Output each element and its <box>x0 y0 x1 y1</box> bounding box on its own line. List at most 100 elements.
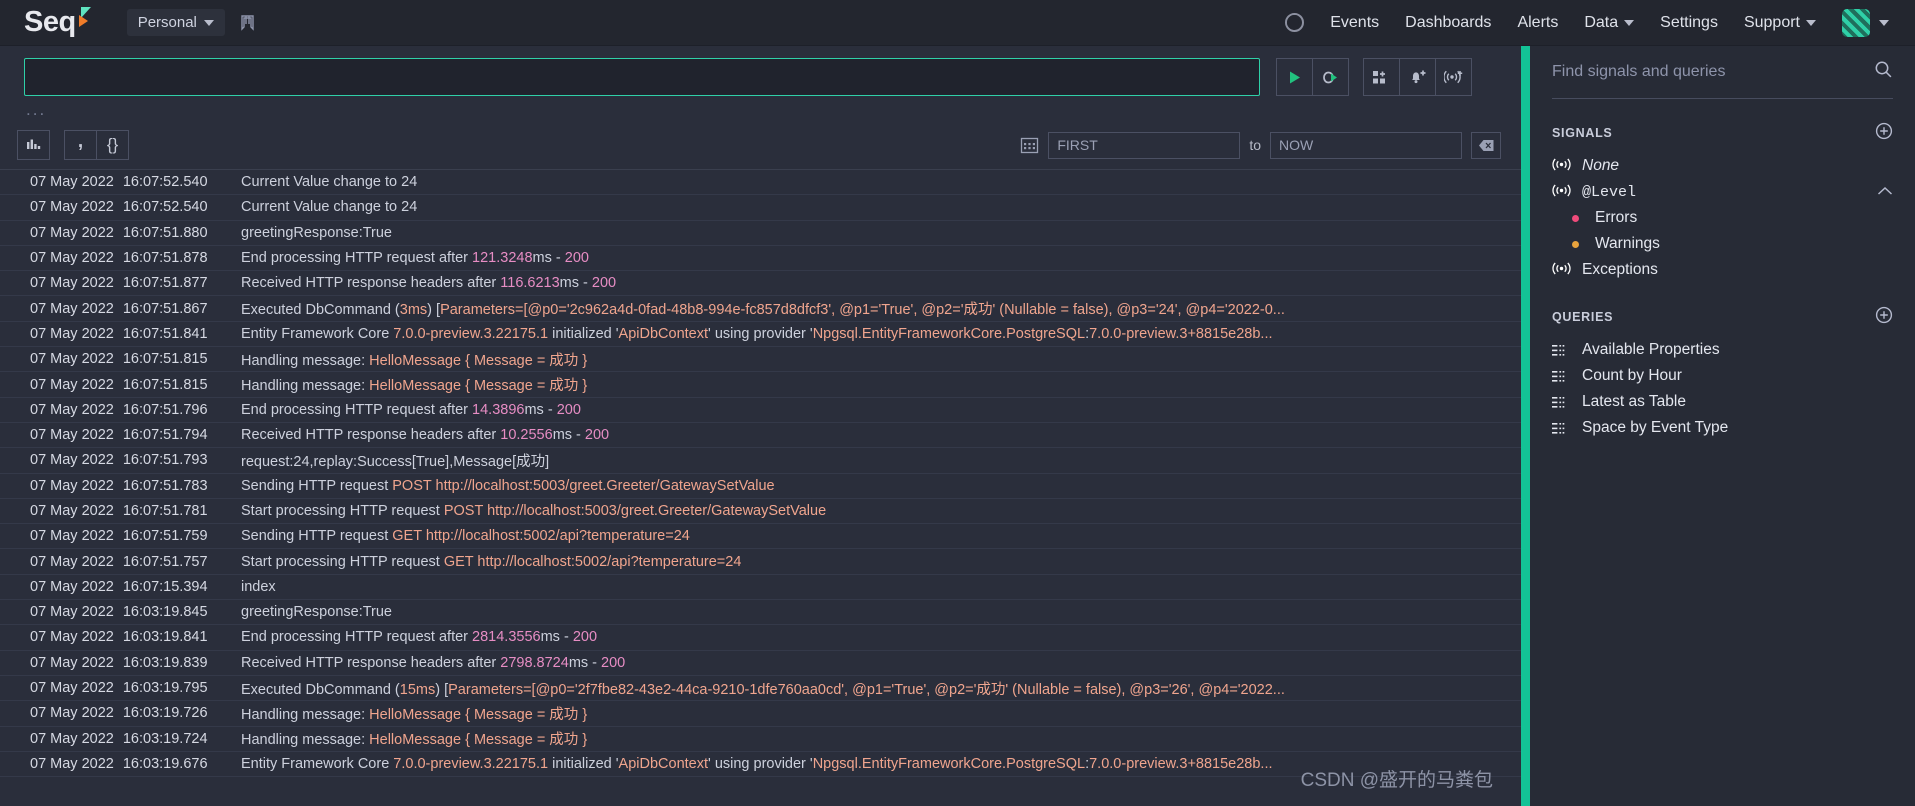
sidebar-signal-item[interactable]: Warnings <box>1552 231 1893 257</box>
sidebar-query-item[interactable]: Latest as Table <box>1552 389 1893 415</box>
create-alert-button[interactable] <box>1399 58 1436 96</box>
sidebar-signal-item[interactable]: Exceptions <box>1552 257 1893 283</box>
signal-icon <box>1552 262 1571 278</box>
event-row[interactable]: 07 May 2022 16:07:52.540 Current Value cha… <box>0 170 1521 196</box>
query-expand-ellipsis[interactable]: ... <box>0 96 1521 118</box>
sidebar-query-item[interactable]: Space by Event Type <box>1552 415 1893 441</box>
event-message: Executed DbCommand (15ms) [Parameters=[@… <box>210 678 1285 699</box>
event-message-token: HelloMessage { Message = 成功 } <box>369 378 588 395</box>
event-row[interactable]: 07 May 2022 16:03:19.841 End processing HT… <box>0 625 1521 651</box>
moon-icon[interactable] <box>1285 13 1305 32</box>
nav-link-support[interactable]: Support <box>1744 14 1816 32</box>
sidebar-query-item[interactable]: Count by Hour <box>1552 363 1893 389</box>
event-timestamp: 07 May 2022 16:07:51.757 <box>30 554 210 570</box>
event-time: 16:03:19.845 <box>122 604 208 621</box>
query-icon <box>1552 344 1571 357</box>
event-row[interactable]: 07 May 2022 16:07:51.796 End processing HT… <box>0 398 1521 423</box>
workspace-scope-label: Personal <box>137 14 197 31</box>
pane-divider[interactable] <box>1521 46 1530 806</box>
csv-export-button[interactable]: , <box>64 130 97 160</box>
event-row[interactable]: 07 May 2022 16:07:51.757 Start processing … <box>0 549 1521 575</box>
event-date: 07 May 2022 <box>30 250 114 267</box>
avatar <box>1842 8 1870 37</box>
add-to-dashboard-button[interactable] <box>1363 58 1400 96</box>
event-row[interactable]: 07 May 2022 16:03:19.724 Handling message:… <box>0 727 1521 752</box>
event-message-token: 2798.8724 <box>500 654 569 671</box>
event-row[interactable]: 07 May 2022 16:03:19.839 Received HTTP res… <box>0 651 1521 676</box>
event-date: 07 May 2022 <box>30 452 114 469</box>
calendar-icon[interactable] <box>1020 136 1039 155</box>
chart-view-button[interactable] <box>17 130 50 160</box>
event-message-token: Start processing HTTP request <box>241 553 444 570</box>
json-export-button[interactable]: {} <box>96 130 129 160</box>
event-row[interactable]: 07 May 2022 16:07:51.878 End processing HT… <box>0 246 1521 272</box>
chevron-up-icon[interactable] <box>1877 183 1893 201</box>
event-row[interactable]: 07 May 2022 16:07:51.815 Handling message:… <box>0 347 1521 373</box>
add-query-icon[interactable] <box>1875 306 1893 327</box>
event-row[interactable]: 07 May 2022 16:07:52.540 Current Value cha… <box>0 195 1521 221</box>
event-timestamp: 07 May 2022 16:07:51.759 <box>30 528 210 544</box>
event-message-token: Received HTTP response headers after <box>241 654 501 671</box>
event-time: 16:03:19.841 <box>122 629 208 646</box>
sidebar-query-item[interactable]: Available Properties <box>1552 337 1893 363</box>
sidebar-signal-item[interactable]: None <box>1552 153 1893 179</box>
event-message-token: Parameters=[@p0='2c962a4d-0fad-48b8-994e… <box>440 302 1285 319</box>
event-row[interactable]: 07 May 2022 16:03:19.726 Handling message:… <box>0 701 1521 727</box>
create-signal-button[interactable] <box>1435 58 1472 96</box>
live-tail-button[interactable] <box>1312 58 1349 96</box>
nav-link-data[interactable]: Data <box>1584 14 1635 32</box>
event-message-token: 7.0.0-preview.3+8815e28b... <box>1089 755 1273 772</box>
add-signal-icon[interactable] <box>1875 122 1893 143</box>
nav-link-dashboards[interactable]: Dashboards <box>1405 14 1491 32</box>
event-row[interactable]: 07 May 2022 16:07:51.880 greetingResponse:… <box>0 221 1521 246</box>
search-icon[interactable] <box>1874 60 1893 84</box>
run-query-button[interactable] <box>1276 58 1313 96</box>
event-row[interactable]: 07 May 2022 16:03:19.676 Entity Framework … <box>0 752 1521 778</box>
event-row[interactable]: 07 May 2022 16:07:51.841 Entity Framework … <box>0 322 1521 348</box>
range-to-input[interactable]: NOW <box>1270 131 1462 159</box>
event-message: Entity Framework Core 7.0.0-preview.3.22… <box>210 756 1273 772</box>
brand-logo[interactable]: Seq <box>0 7 93 37</box>
event-row[interactable]: 07 May 2022 16:03:19.845 greetingResponse:… <box>0 600 1521 626</box>
workspace-scope-selector[interactable]: Personal <box>126 9 225 36</box>
event-row[interactable]: 07 May 2022 16:07:51.867 Executed DbComman… <box>0 296 1521 322</box>
query-input[interactable] <box>24 58 1260 96</box>
bookmark-icon[interactable] <box>239 14 256 31</box>
event-row[interactable]: 07 May 2022 16:07:51.877 Received HTTP res… <box>0 271 1521 297</box>
user-menu[interactable] <box>1842 8 1889 37</box>
event-message-token: ms - <box>559 275 592 292</box>
event-time: 16:07:51.880 <box>122 224 208 241</box>
event-message-token: ' using provider ' <box>708 755 813 772</box>
event-row[interactable]: 07 May 2022 16:03:19.795 Executed DbComman… <box>0 676 1521 702</box>
event-message-token: Npgsql.EntityFrameworkCore.PostgreSQL <box>812 755 1086 772</box>
sidebar-search-input[interactable]: Find signals and queries <box>1552 63 1725 81</box>
event-timestamp: 07 May 2022 16:07:51.794 <box>30 427 210 443</box>
event-date: 07 May 2022 <box>30 654 114 671</box>
nav-link-settings[interactable]: Settings <box>1660 14 1718 32</box>
sidebar-signal-label: Errors <box>1595 209 1638 226</box>
event-row[interactable]: 07 May 2022 16:07:51.783 Sending HTTP requ… <box>0 474 1521 499</box>
event-message-token: 200 <box>601 654 626 671</box>
sidebar-signal-item[interactable]: Errors <box>1552 205 1893 231</box>
event-row[interactable]: 07 May 2022 16:07:51.781 Start processing … <box>0 499 1521 525</box>
range-from-input[interactable]: FIRST <box>1048 131 1241 159</box>
event-row[interactable]: 07 May 2022 16:07:51.815 Handling message:… <box>0 372 1521 398</box>
clear-range-button[interactable] <box>1471 131 1501 159</box>
event-date: 07 May 2022 <box>30 629 114 646</box>
sidebar-signal-item[interactable]: @Level <box>1552 179 1893 205</box>
signals-list: None @Level Errors Warnings Exceptions <box>1552 153 1893 283</box>
event-message: End processing HTTP request after 2814.3… <box>210 629 597 645</box>
nav-link-alerts[interactable]: Alerts <box>1517 14 1558 32</box>
event-row[interactable]: 07 May 2022 16:07:51.794 Received HTTP res… <box>0 423 1521 449</box>
event-date: 07 May 2022 <box>30 705 114 722</box>
event-timestamp: 07 May 2022 16:03:19.726 <box>30 705 210 721</box>
event-message: Handling message: HelloMessage { Message… <box>210 349 587 370</box>
nav-link-events[interactable]: Events <box>1330 14 1379 32</box>
event-row[interactable]: 07 May 2022 16:07:51.793 request:24,replay… <box>0 448 1521 474</box>
event-row[interactable]: 07 May 2022 16:07:15.394 index <box>0 575 1521 601</box>
event-message-token: initialized ' <box>548 755 619 772</box>
event-row[interactable]: 07 May 2022 16:07:51.759 Sending HTTP requ… <box>0 524 1521 550</box>
event-time: 16:07:51.783 <box>122 477 208 494</box>
sidebar-search[interactable]: Find signals and queries <box>1552 46 1893 99</box>
event-message-token: 200 <box>591 275 617 292</box>
